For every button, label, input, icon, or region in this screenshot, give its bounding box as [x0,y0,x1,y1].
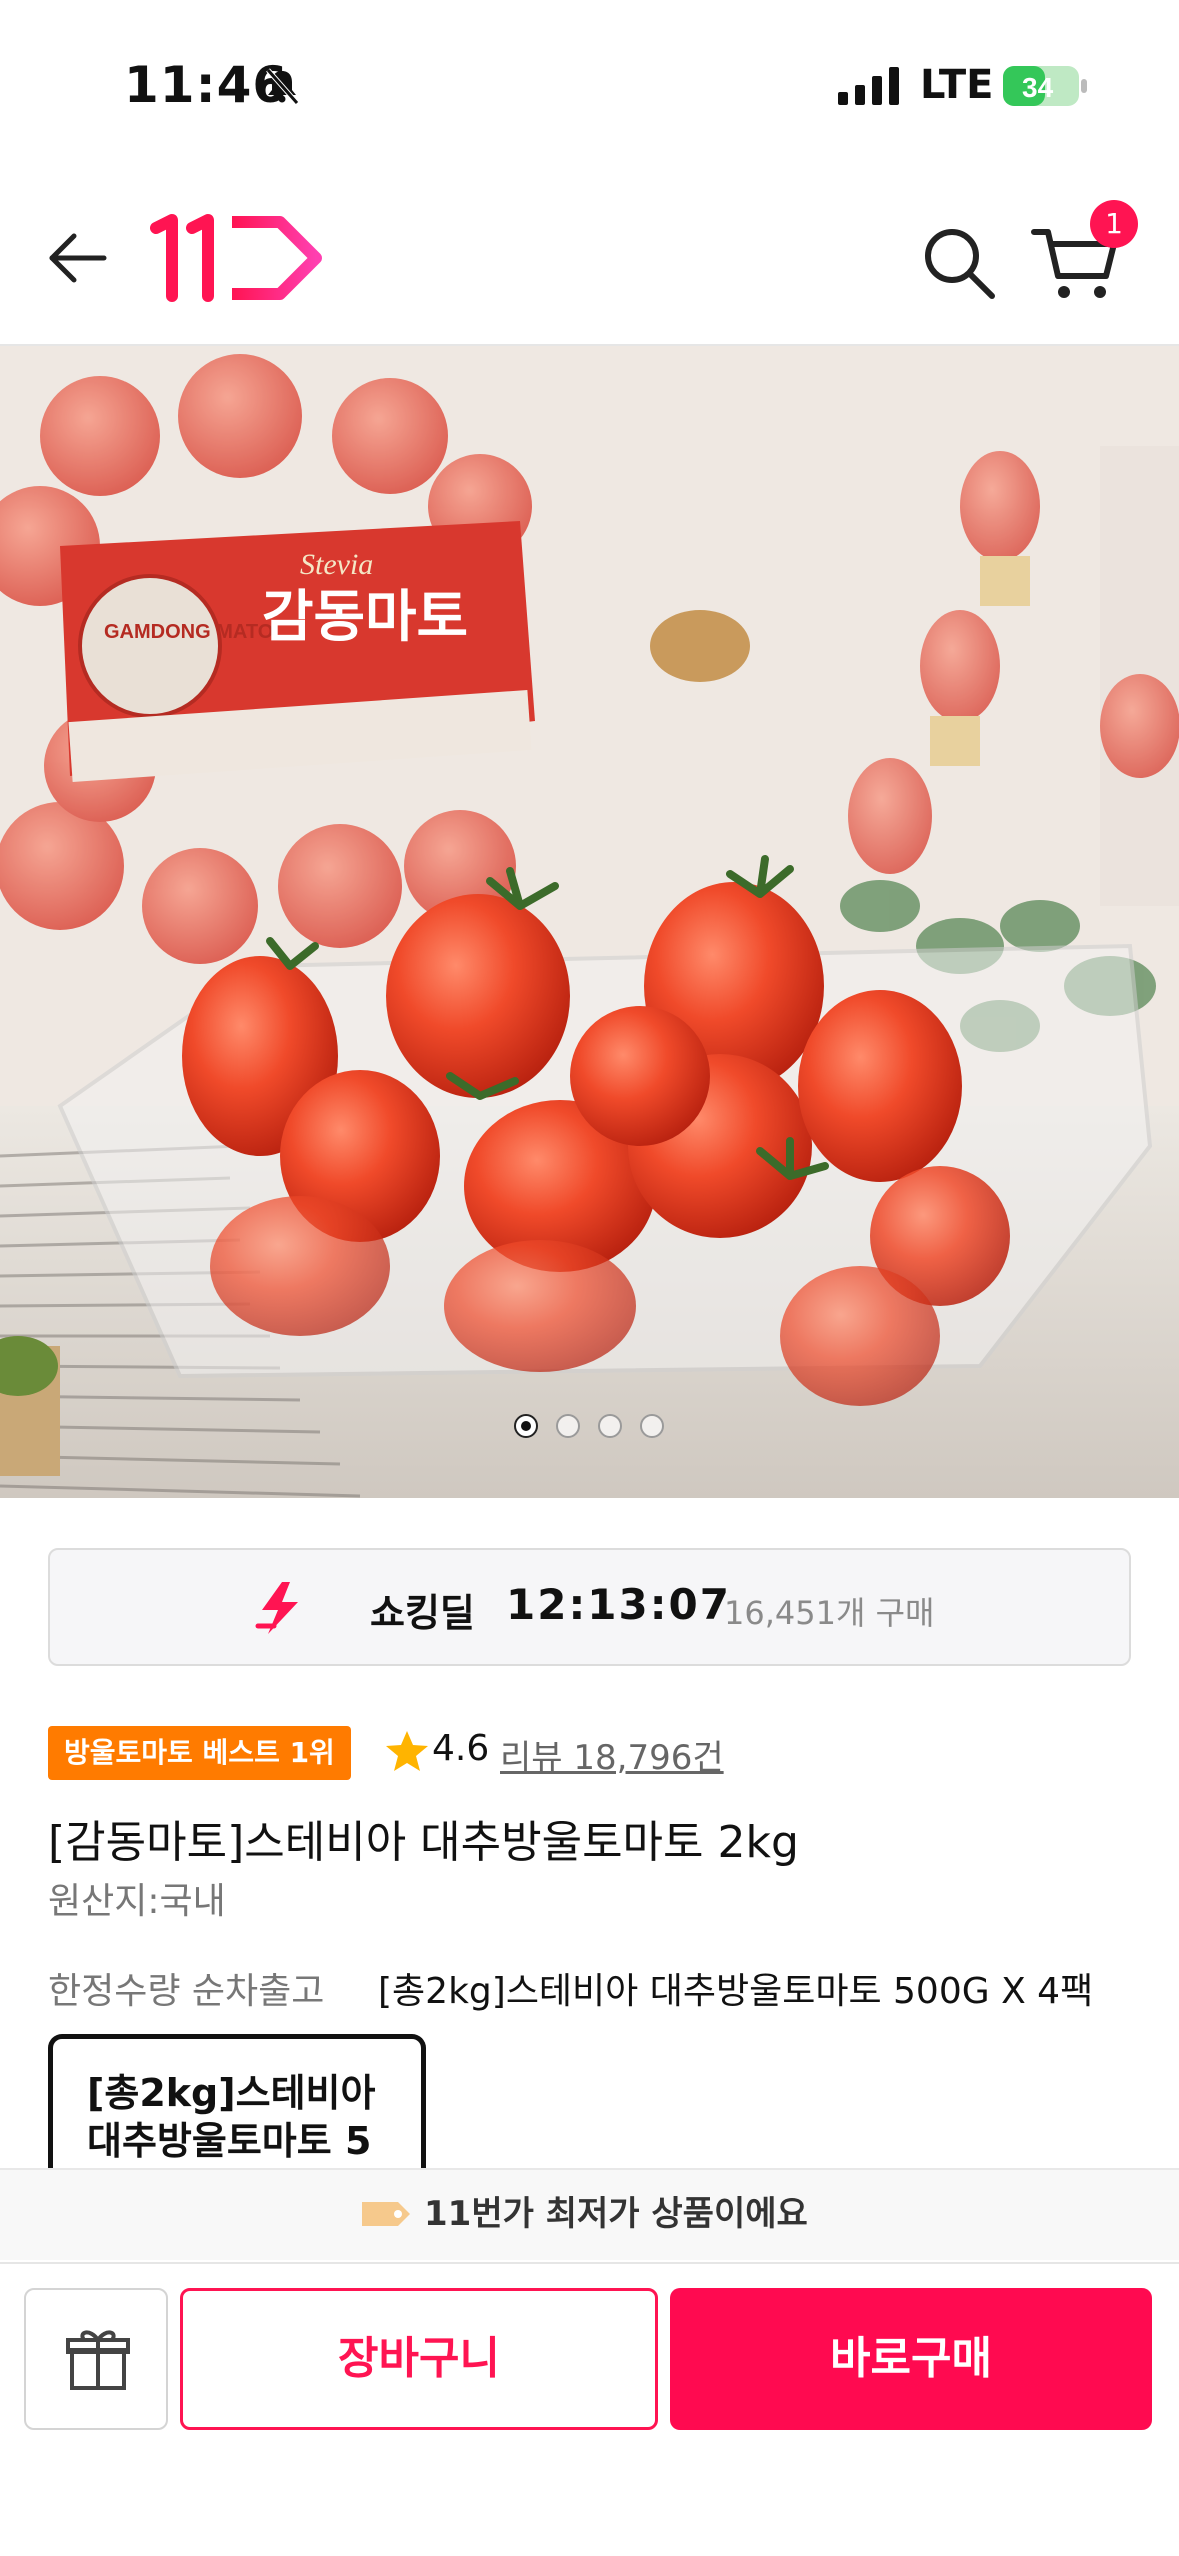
search-icon[interactable] [918,222,998,302]
shocking-deal-box[interactable]: 쇼킹딜 12:13:07 16,451개 구매 [48,1548,1131,1666]
gift-icon [66,2330,130,2390]
carousel-dot-2[interactable] [556,1414,580,1438]
product-photo: GAMDONG MATO Stevia 감동마토 [0,346,1179,1498]
gift-button[interactable] [24,2288,168,2430]
carousel-dot-1[interactable] [514,1414,538,1438]
svg-text:34: 34 [1022,72,1054,103]
battery-icon: 34 [1003,66,1087,106]
svg-text:감동마토: 감동마토 [262,585,468,650]
option-notice: 한정수량 순차출고 [48,1971,325,2012]
product-image-carousel[interactable]: GAMDONG MATO Stevia 감동마토 [0,346,1179,1498]
cellular-signal-icon [838,67,899,105]
buy-now-button[interactable]: 바로구매 [670,2288,1152,2430]
cart-count-badge: 1 [1090,200,1138,248]
product-origin: 원산지:국내 [48,1881,226,1922]
lowest-price-text: 11번가 최저가 상품이에요 [424,2194,808,2234]
carousel-dot-3[interactable] [598,1414,622,1438]
option-card-line-1: [총2kg]스테비아 [87,2071,376,2115]
back-arrow-icon[interactable] [40,222,112,294]
bottom-action-bar: 장바구니 바로구매 [0,2262,1179,2556]
network-type: LTE [920,62,994,108]
11st-logo[interactable] [150,208,330,308]
selected-option-summary[interactable]: [총2kg]스테비아 대추방울토마토 500G X 4팩 [378,1962,1138,2014]
best-rank-badge: 방울토마토 베스트 1위 [48,1726,351,1780]
add-to-cart-button[interactable]: 장바구니 [180,2288,658,2430]
option-card[interactable]: [총2kg]스테비아 대추방울토마토 5 [48,2034,426,2174]
option-card-line-2: 대추방울토마토 5 [87,2119,372,2163]
purchase-count: 16,451개 구매 [724,1594,935,1632]
lowest-price-banner[interactable]: 11번가 최저가 상품이에요 [0,2168,1179,2260]
product-detail-page: 11:46 LTE 34 1 GAMDONG MATO Stevia 감동마토 … [0,0,1179,2556]
carousel-dot-4[interactable] [640,1414,664,1438]
app-header: 1 [0,170,1179,346]
carousel-pagination[interactable] [514,1414,674,1440]
deal-timer: 12:13:07 [506,1580,731,1629]
star-icon [386,1731,428,1771]
review-link[interactable]: 리뷰 18,796건 [500,1730,724,1779]
svg-text:Stevia: Stevia [300,548,373,581]
rating-value: 4.6 [432,1728,490,1769]
price-tag-icon [362,2202,410,2226]
lightning-deal-icon [255,1582,298,1634]
deal-label: 쇼킹딜 [370,1591,475,1635]
mute-bell-icon [266,68,299,105]
product-title: [감동마토]스테비아 대추방울토마토 2kg [48,1817,799,1868]
svg-text:GAMDONG MATO: GAMDONG MATO [104,621,273,643]
status-bar: 11:46 LTE 34 [0,0,1179,170]
